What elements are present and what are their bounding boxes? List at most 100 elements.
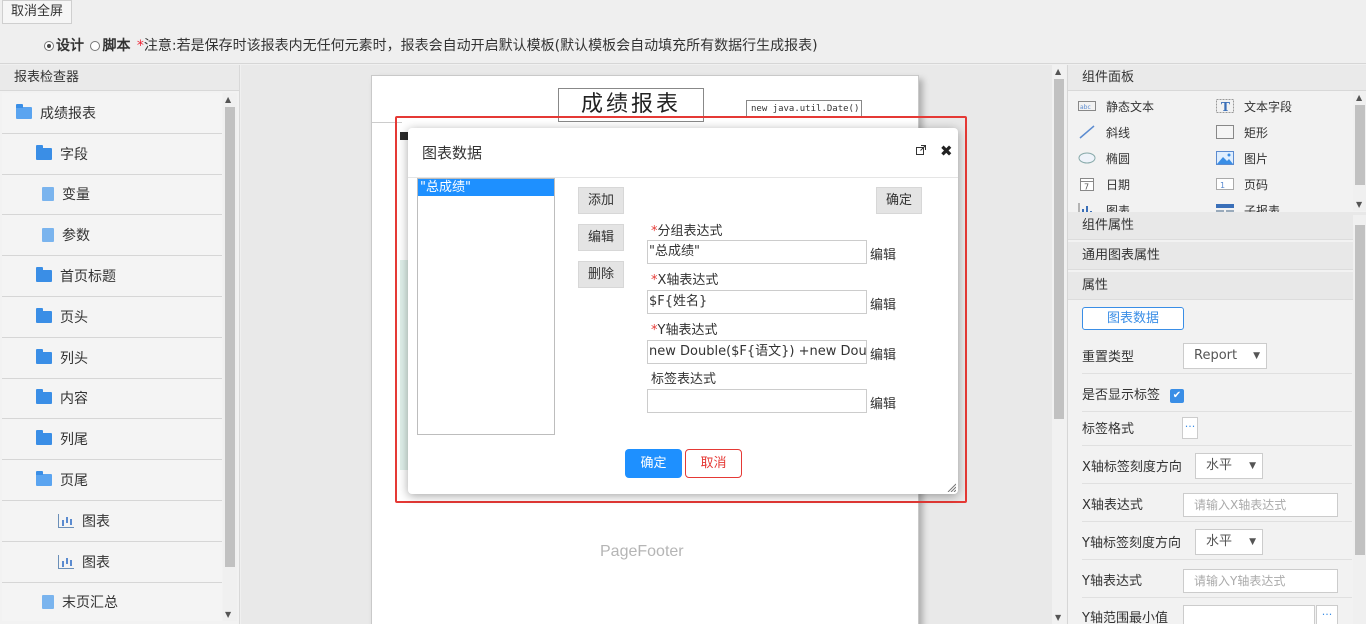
props-section[interactable]: 属性 [1068,272,1366,300]
component-rectangle[interactable]: 矩形 [1216,121,1268,143]
scroll-down-icon[interactable]: ▼ [1055,613,1061,622]
y-tick-dir-select[interactable]: 水平 ▼ [1195,529,1263,555]
confirm-series-button[interactable]: 确定 [876,187,922,214]
show-labels-label: 是否显示标签 [1082,388,1161,403]
palette-scrollbar[interactable]: ▲ ▼ [1353,91,1366,211]
series-list[interactable]: "总成绩" [417,178,555,435]
scrollbar-thumb[interactable] [225,107,235,567]
component-page-number[interactable]: 1 页码 [1216,173,1268,195]
x-tick-dir-select[interactable]: 水平 ▼ [1195,453,1263,479]
scroll-up-icon[interactable]: ▲ [1356,93,1362,102]
tree-item-chart[interactable]: 图表 [2,500,222,542]
ok-button[interactable]: 确定 [625,449,682,478]
page-number-icon: 1 [1216,178,1234,190]
label-format-more-button[interactable]: ··· [1182,417,1198,439]
scroll-up-icon[interactable]: ▲ [1055,67,1061,76]
delete-series-button[interactable]: 删除 [578,261,624,288]
design-radio[interactable] [44,41,54,51]
script-label[interactable]: 脚本 [102,38,130,54]
mode-selector: 设计 脚本 *注意:若是保存时该报表内无任何元素时，报表会自动开启默认模板(默认… [44,35,818,55]
exit-fullscreen-button[interactable]: 取消全屏 [2,0,73,24]
group-expr-input[interactable]: "总成绩" [647,240,867,264]
scroll-down-icon[interactable]: ▼ [225,610,231,619]
y-expr-edit-link[interactable]: 编辑 [870,344,896,363]
component-line[interactable]: 斜线 [1078,121,1130,143]
design-label[interactable]: 设计 [56,38,84,54]
tree-item-label: 列尾 [60,432,88,449]
component-chart[interactable]: 图表 [1078,199,1130,213]
canvas-scrollbar[interactable]: ▲ ▼ [1052,65,1066,624]
scrollbar-thumb[interactable] [1054,79,1064,419]
add-series-button[interactable]: 添加 [578,187,624,214]
tree-item-variables[interactable]: 变量 [2,174,222,216]
scroll-down-icon[interactable]: ▼ [1356,200,1362,209]
x-expr-input[interactable]: 请输入X轴表达式 [1183,493,1338,517]
tree-item-fields[interactable]: 字段 [2,133,222,175]
tree-item-label: 变量 [62,187,90,204]
edit-series-button[interactable]: 编辑 [578,224,624,251]
folder-icon [36,307,52,323]
scrollbar-thumb[interactable] [1355,105,1365,185]
y-expr-input[interactable]: new Double($F{语文}) +new Double($F [647,340,867,364]
show-labels-checkbox[interactable]: ✔ [1170,389,1184,403]
note-star: * [136,38,144,54]
save-note: 注意:若是保存时该报表内无任何元素时，报表会自动开启默认模板(默认模板会自动填充… [143,38,818,54]
tree-item-title-band[interactable]: 首页标题 [2,256,222,297]
tree-item-chart[interactable]: 图表 [2,541,222,583]
group-expr-edit-link[interactable]: 编辑 [870,244,896,263]
file-icon [42,228,54,243]
scroll-up-icon[interactable]: ▲ [225,95,231,104]
rectangle-icon [1216,125,1234,139]
properties-scrollbar[interactable] [1353,215,1366,624]
tree-item-label: 首页标题 [60,269,116,286]
file-icon [42,595,54,610]
y-expr-input[interactable]: 请输入Y轴表达式 [1183,569,1338,593]
tree-item-report[interactable]: 成绩报表 [2,93,222,134]
svg-text:1: 1 [1220,181,1225,190]
tree-item-detail[interactable]: 内容 [2,378,222,420]
dialog-title: 图表数据 [422,144,483,162]
reset-type-select[interactable]: Report ▼ [1183,343,1267,369]
report-inspector-panel: 报表检查器 成绩报表 字段 变量 参数 首页标题 页头 列头 内容 列尾 页尾 … [0,65,240,624]
y-tick-dir-value: 水平 [1206,534,1233,549]
properties-panel: 组件面板 abc 静态文本 T 文本字段 斜线 矩形 椭圆 图片 7 日期 1 … [1067,65,1366,624]
component-props-section[interactable]: 组件属性 [1068,212,1366,240]
tree-item-label: 列头 [60,350,88,367]
tree-item-page-header[interactable]: 页头 [2,296,222,338]
y-min-input[interactable] [1183,605,1315,624]
component-image[interactable]: 图片 [1216,147,1268,169]
tree-item-params[interactable]: 参数 [2,215,222,257]
chart-icon [58,554,74,569]
tree-item-column-header[interactable]: 列头 [2,337,222,379]
component-date[interactable]: 7 日期 [1078,173,1130,195]
series-item[interactable]: "总成绩" [418,179,554,196]
tag-expr-input[interactable] [647,389,867,413]
x-expr-input[interactable]: $F{姓名} [647,290,867,314]
close-icon[interactable]: ✖ [940,142,953,160]
component-label: 椭圆 [1106,151,1131,166]
component-static-text[interactable]: abc 静态文本 [1078,95,1154,117]
inspector-scrollbar[interactable]: ▲ ▼ [223,93,237,621]
y-tick-dir-label: Y轴标签刻度方向 [1082,536,1181,551]
component-subreport[interactable]: 子报表 [1216,199,1280,213]
cancel-button[interactable]: 取消 [685,449,742,478]
tree-item-summary[interactable]: 末页汇总 [2,582,222,621]
x-expr-edit-link[interactable]: 编辑 [870,294,896,313]
y-min-more-button[interactable]: ··· [1316,605,1338,624]
report-inspector-title: 报表检查器 [0,65,239,91]
chart-data-button[interactable]: 图表数据 [1082,307,1184,330]
y-expr-label: Y轴表达式 [1082,574,1142,589]
tree-item-column-footer[interactable]: 列尾 [2,419,222,461]
component-ellipse[interactable]: 椭圆 [1078,147,1130,169]
tree-item-page-footer[interactable]: 页尾 [2,460,222,501]
component-text-field[interactable]: T 文本字段 [1216,95,1292,117]
svg-text:abc: abc [1080,104,1091,111]
tag-expr-edit-link[interactable]: 编辑 [870,393,896,412]
components-panel-title: 组件面板 [1068,65,1366,91]
component-label: 图片 [1244,151,1269,166]
maximize-icon[interactable] [916,144,926,159]
script-radio[interactable] [90,41,101,51]
resize-grip-icon[interactable] [946,482,956,492]
scrollbar-thumb[interactable] [1355,225,1365,555]
general-chart-props-section[interactable]: 通用图表属性 [1068,242,1366,270]
